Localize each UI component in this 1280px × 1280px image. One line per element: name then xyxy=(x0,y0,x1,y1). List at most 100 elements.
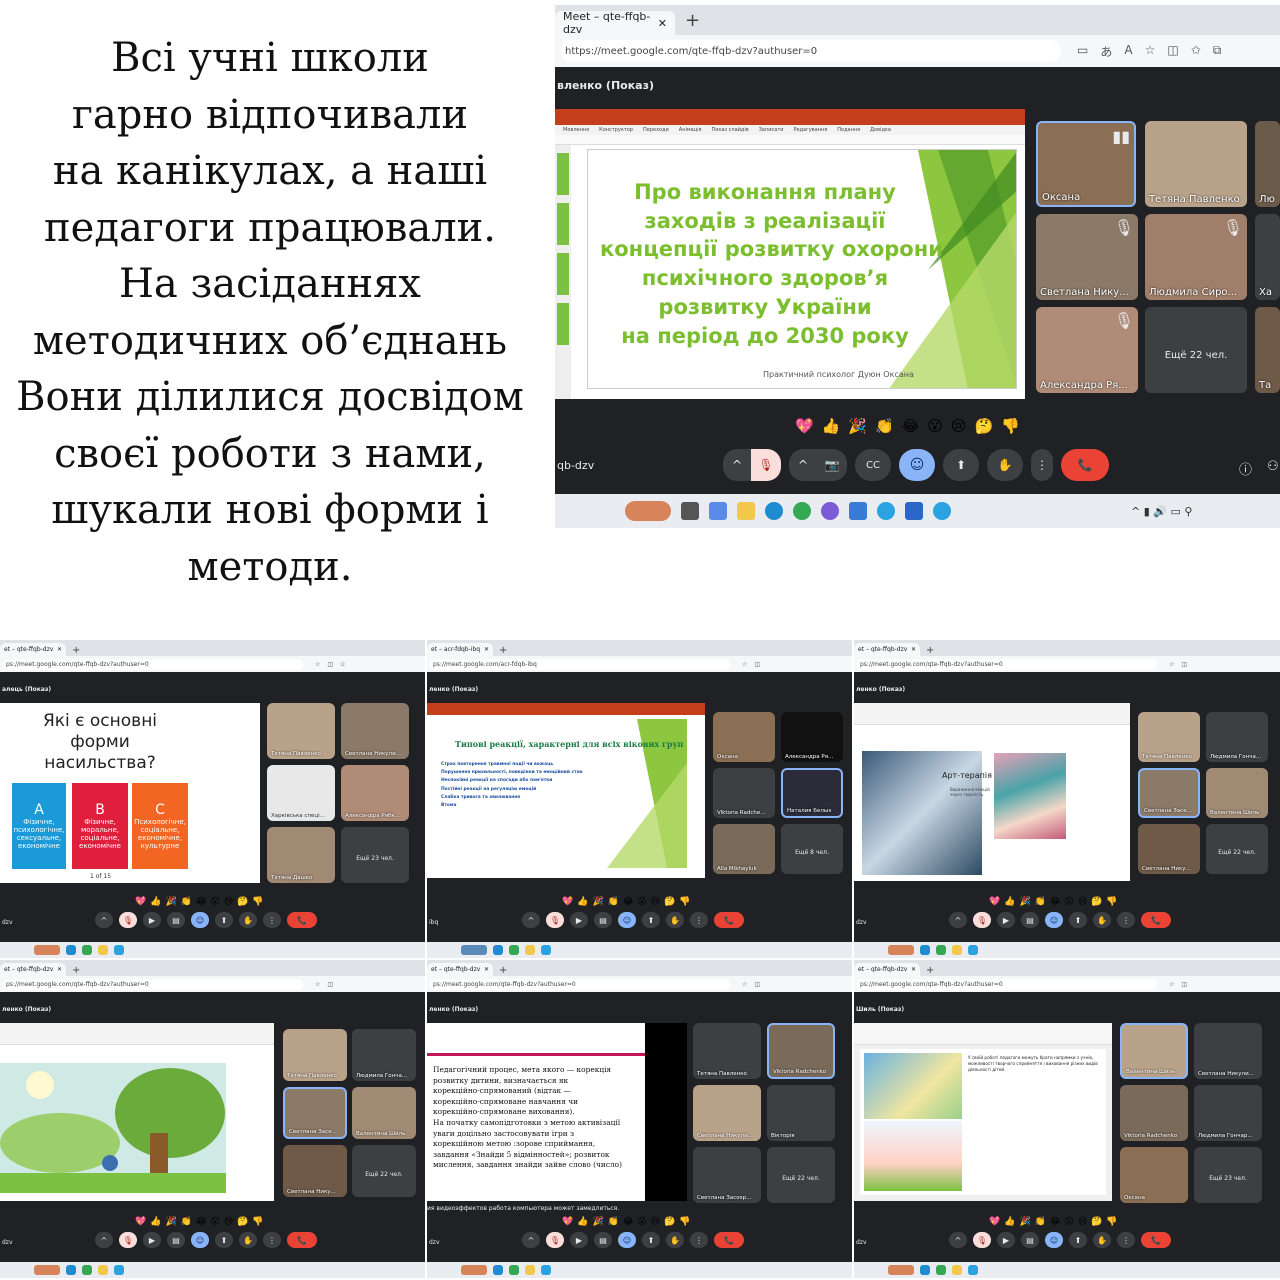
ppt-menu-item[interactable]: Редагування xyxy=(793,127,827,133)
tray-icons[interactable]: ^ ▮ 🔊 ▭ ⚲ xyxy=(1131,505,1192,518)
ppt-menu-item[interactable]: Довідка xyxy=(870,127,891,133)
taskbar-edge-icon[interactable] xyxy=(493,1265,503,1275)
new-tab-button[interactable]: + xyxy=(685,10,700,31)
browser-tab[interactable]: et – qte-ffqb-dzv ✕ xyxy=(427,963,493,976)
camera-icon[interactable]: ▭ xyxy=(1077,43,1088,60)
slide-thumbnail[interactable] xyxy=(557,153,569,195)
participant-tile[interactable]: Оксана xyxy=(1120,1147,1188,1203)
leave-call-button[interactable]: 📞 xyxy=(1141,1232,1171,1248)
participant-tile[interactable]: Людмила Гонча... xyxy=(352,1029,416,1081)
participant-tile[interactable]: Та xyxy=(1255,307,1280,393)
taskbar-folder-icon[interactable] xyxy=(98,945,108,955)
star-icon[interactable]: ☆ xyxy=(1169,981,1174,988)
present-button[interactable]: ⬆ xyxy=(215,1232,233,1248)
taskbar-edge-icon[interactable] xyxy=(66,945,76,955)
close-icon[interactable]: ✕ xyxy=(57,646,62,653)
taskbar-viber-icon[interactable] xyxy=(821,502,839,520)
participant-tile[interactable]: Тетяна Павленко xyxy=(1145,121,1247,207)
people-icon[interactable]: ⚇ xyxy=(1267,459,1279,474)
captions-button[interactable]: CC xyxy=(855,449,891,481)
taskbar-chrome-icon[interactable] xyxy=(82,1265,92,1275)
leave-call-button[interactable]: 📞 xyxy=(287,912,317,928)
taskbar-chrome-icon[interactable] xyxy=(936,945,946,955)
split-icon[interactable]: ◫ xyxy=(754,981,760,988)
party-reaction-icon[interactable]: 🎉 xyxy=(848,417,867,435)
star-icon[interactable]: ☆ xyxy=(742,981,747,988)
participant-tile[interactable]: Людмила Гонча... xyxy=(1206,712,1268,762)
taskbar-weather-icon[interactable] xyxy=(625,501,671,521)
taskbar-telegram-icon[interactable] xyxy=(114,1265,124,1275)
leave-call-button[interactable]: 📞 xyxy=(1141,912,1171,928)
emoji-button[interactable]: ☺ xyxy=(618,912,636,928)
participant-tile[interactable]: Наталия Белых xyxy=(781,768,843,818)
browser-tab[interactable]: et – qte-ffqb-dzv ✕ xyxy=(854,963,920,976)
close-icon[interactable]: ✕ xyxy=(57,966,62,973)
split-icon[interactable]: ◫ xyxy=(1167,43,1178,60)
leave-call-button[interactable]: 📞 xyxy=(714,1232,744,1248)
star-icon[interactable]: ☆ xyxy=(1169,661,1174,668)
raise-hand-button[interactable]: ✋ xyxy=(987,449,1023,481)
more-options-button[interactable]: ⋮ xyxy=(690,912,708,928)
mic-off-button[interactable]: 🎙 xyxy=(119,912,137,928)
close-icon[interactable]: ✕ xyxy=(484,966,489,973)
taskbar-weather-icon[interactable] xyxy=(34,945,60,955)
more-options-button[interactable]: ⋮ xyxy=(263,912,281,928)
more-options-button[interactable]: ⋮ xyxy=(1031,449,1053,481)
participant-tile[interactable]: Светлана Никули... xyxy=(341,703,409,759)
participant-tile[interactable]: Светлана Никули... xyxy=(693,1085,761,1141)
taskbar-telegram-icon[interactable] xyxy=(114,945,124,955)
taskbar-folder-icon[interactable] xyxy=(98,1265,108,1275)
new-tab-button[interactable]: + xyxy=(499,965,507,976)
more-options-button[interactable]: ⋮ xyxy=(1117,912,1135,928)
thumbs-down-reaction-icon[interactable]: 👎 xyxy=(1001,417,1020,435)
leave-call-button[interactable]: 📞 xyxy=(287,1232,317,1248)
participant-tile[interactable]: Тетяна Павленко xyxy=(693,1023,761,1079)
clap-reaction-icon[interactable]: 👏 xyxy=(875,417,894,435)
new-tab-button[interactable]: + xyxy=(926,645,934,656)
mic-off-button[interactable]: 🎙 xyxy=(119,1232,137,1248)
taskbar-chrome-icon[interactable] xyxy=(936,1265,946,1275)
mic-off-button[interactable]: 🎙 xyxy=(546,1232,564,1248)
split-icon[interactable]: ◫ xyxy=(327,981,333,988)
participant-tile[interactable]: Оксана xyxy=(713,712,775,762)
participant-tile[interactable]: Светлана Засе... xyxy=(1138,768,1200,818)
participant-tile[interactable]: Светлана Нику... xyxy=(1138,824,1200,874)
thinking-reaction-icon[interactable]: 🤔 xyxy=(975,417,994,435)
participant-tile[interactable]: Viktoria Radche... xyxy=(713,768,775,818)
more-options-button[interactable]: ⋮ xyxy=(263,1232,281,1248)
mic-options-button[interactable]: ^ xyxy=(522,1232,540,1248)
browser-tab[interactable]: et – qte-ffqb-dzv ✕ xyxy=(0,963,66,976)
participant-tile[interactable]: Тетяна Павленко xyxy=(267,703,335,759)
new-tab-button[interactable]: + xyxy=(499,645,507,656)
camera-button[interactable]: ▶ xyxy=(143,1232,161,1248)
url-field[interactable]: ps://meet.google.com/qte-ffqb-dzv?authus… xyxy=(3,978,303,990)
mic-off-button[interactable]: 🎙 xyxy=(973,912,991,928)
laugh-reaction-icon[interactable]: 😂 xyxy=(902,417,920,435)
favorites-icon[interactable]: ✩ xyxy=(1191,43,1201,60)
participant-tile[interactable]: 🎙 Людмила Сиро... xyxy=(1145,214,1247,300)
taskbar-weather-icon[interactable] xyxy=(34,1265,60,1275)
new-tab-button[interactable]: + xyxy=(72,645,80,656)
mic-options-button[interactable]: ^ xyxy=(949,912,967,928)
taskbar-edge-icon[interactable] xyxy=(493,945,503,955)
taskbar-taskview-icon[interactable] xyxy=(681,502,699,520)
collections-icon[interactable]: ⧉ xyxy=(1213,43,1222,60)
raise-hand-button[interactable]: ✋ xyxy=(666,1232,684,1248)
participant-tile[interactable]: Светлана Засе... xyxy=(283,1087,347,1139)
browser-tab[interactable]: et – qte-ffqb-dzv ✕ xyxy=(854,643,920,656)
emoji-button[interactable]: ☺ xyxy=(899,449,935,481)
heart-reaction-icon[interactable]: 💖 xyxy=(795,417,814,435)
close-icon[interactable]: ✕ xyxy=(911,646,916,653)
taskbar-telegram-icon[interactable] xyxy=(541,1265,551,1275)
emoji-button[interactable]: ☺ xyxy=(191,1232,209,1248)
participant-tile[interactable]: Тетяна Павленко xyxy=(1138,712,1200,762)
split-icon[interactable]: ◫ xyxy=(1181,981,1187,988)
leave-call-button[interactable]: 📞 xyxy=(714,912,744,928)
camera-button[interactable]: ▶ xyxy=(997,912,1015,928)
raise-hand-button[interactable]: ✋ xyxy=(239,1232,257,1248)
taskbar-weather-icon[interactable] xyxy=(461,945,487,955)
taskbar-telegram2-icon[interactable] xyxy=(933,502,951,520)
raise-hand-button[interactable]: ✋ xyxy=(239,912,257,928)
participant-tile[interactable]: Вікторія xyxy=(767,1085,835,1141)
camera-button[interactable]: ▶ xyxy=(143,912,161,928)
